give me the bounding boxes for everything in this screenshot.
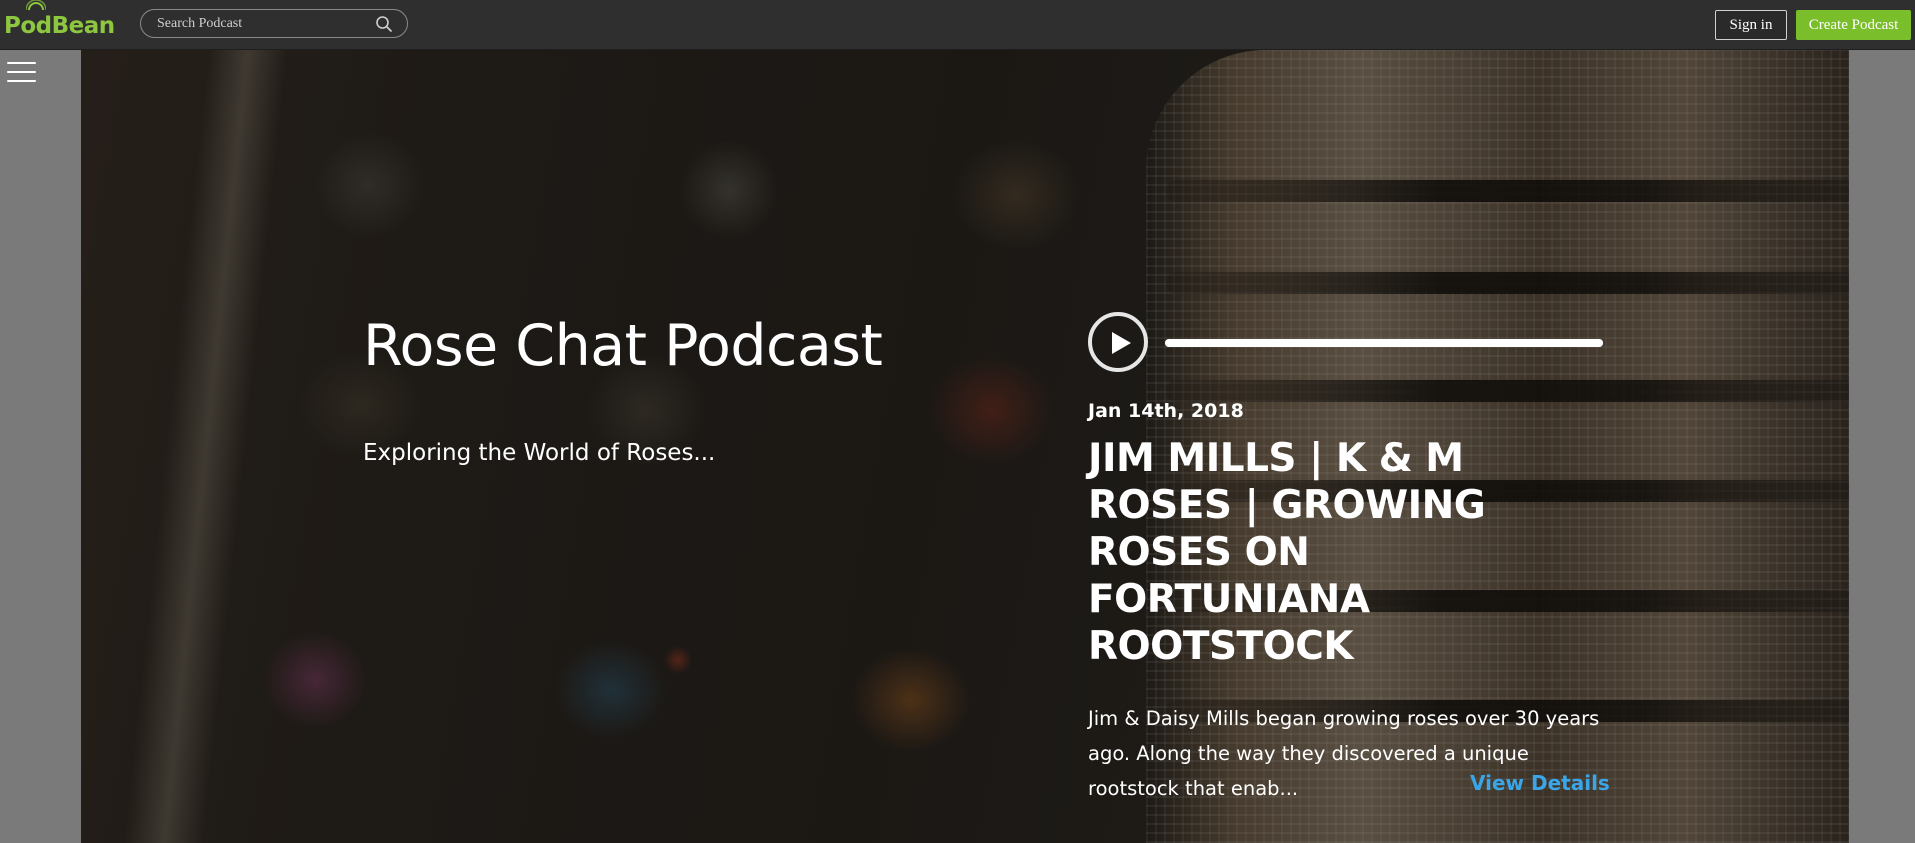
logo-letters-dbean: dBean [35, 13, 116, 39]
podcast-title: Rose Chat Podcast [363, 313, 883, 379]
sign-in-button[interactable]: Sign in [1715, 10, 1787, 40]
logo-o: o [20, 0, 47, 42]
signal-arcs-icon [26, 0, 47, 11]
audio-progress-fill [1165, 339, 1603, 347]
search-icon[interactable] [375, 15, 393, 33]
podcast-hero: Rose Chat Podcast Exploring the World of… [81, 50, 1849, 843]
search-input[interactable] [155, 13, 369, 35]
play-button[interactable] [1088, 312, 1148, 372]
podbean-logo[interactable]: Po dBean [4, 0, 116, 42]
create-podcast-button[interactable]: Create Podcast [1796, 10, 1911, 40]
podcast-subtitle: Exploring the World of Roses... [363, 440, 716, 466]
audio-progress-bar[interactable] [1165, 339, 1603, 347]
view-details-link[interactable]: View Details [1470, 771, 1610, 795]
logo-letter-p: P [4, 13, 21, 39]
top-bar: PodBean Sign in Create Podcast [0, 0, 1915, 50]
play-icon [1112, 332, 1131, 354]
episode-title[interactable]: JIM MILLS | K & M ROSES | GROWING ROSES … [1088, 435, 1518, 670]
episode-date: Jan 14th, 2018 [1088, 400, 1244, 422]
search-box[interactable] [140, 9, 408, 38]
hamburger-menu-icon[interactable] [7, 62, 36, 84]
